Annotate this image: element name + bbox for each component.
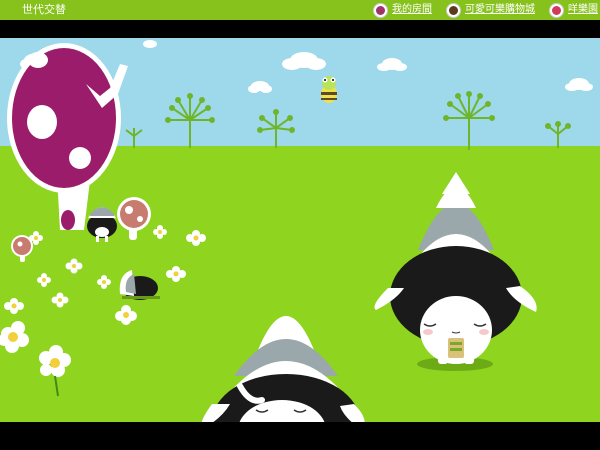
bear-icon xyxy=(446,2,461,18)
top-nav: 我的房間 可愛可樂購物城 咩樂園 xyxy=(361,0,600,20)
nav-paradise[interactable]: 咩樂園 xyxy=(549,2,598,18)
top-bar: 世代交替 我的房間 可愛可樂購物城 咩樂園 xyxy=(0,0,600,20)
nav-my-room[interactable]: 我的房間 xyxy=(373,2,432,18)
page-title: 世代交替 xyxy=(22,3,66,16)
flower-icon xyxy=(373,2,388,18)
cloud-icon xyxy=(143,40,157,48)
game-scene[interactable] xyxy=(0,38,600,422)
frog-bee-character[interactable] xyxy=(321,76,337,103)
top-border xyxy=(0,20,600,38)
scene-canvas xyxy=(0,38,600,422)
nav-shopping-city[interactable]: 可愛可樂購物城 xyxy=(446,2,535,18)
flower-icon xyxy=(549,2,564,18)
bottom-border xyxy=(0,422,600,450)
